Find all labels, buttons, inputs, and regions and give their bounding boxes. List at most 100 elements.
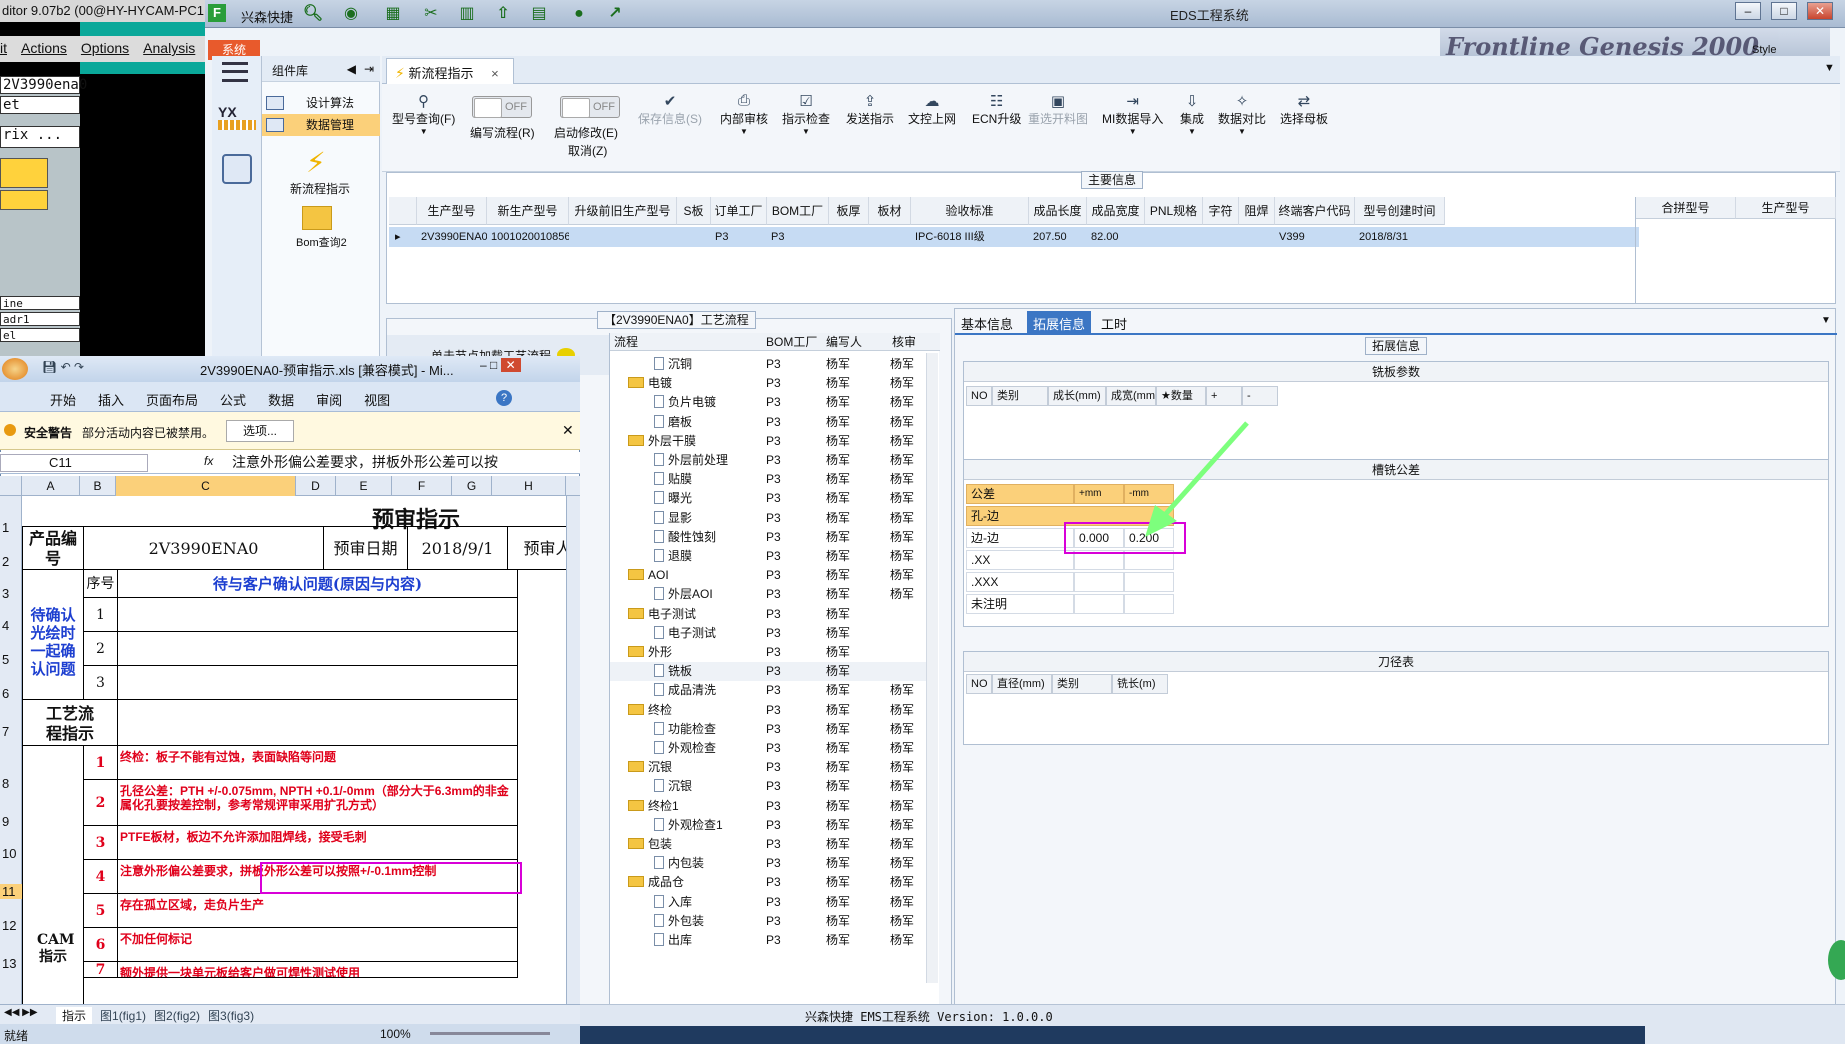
main-info-cell[interactable]: P3 [713, 227, 767, 247]
main-info-col-header[interactable]: 验收标准 [911, 197, 1029, 225]
sheet-tab[interactable]: 图1(fig1) [100, 1007, 146, 1024]
tree-node[interactable]: 曝光 P3 杨军 杨军 [610, 489, 926, 508]
name-box[interactable]: C11 [0, 454, 148, 472]
tree-node[interactable]: 功能检查 P3 杨军 杨军 [610, 720, 926, 739]
tree-node[interactable]: AOI P3 杨军 杨军 [610, 566, 926, 585]
tree-node[interactable]: 外层干膜 P3 杨军 杨军 [610, 432, 926, 451]
main-info-cell[interactable] [1205, 227, 1239, 247]
tol-plus-input[interactable] [1074, 572, 1124, 592]
row-header[interactable]: 4 [0, 618, 22, 633]
save-info-button[interactable]: ✔ 保存信息(S) [638, 92, 702, 127]
excel-vertical-scrollbar[interactable] [566, 496, 580, 1004]
column-header[interactable]: D [296, 476, 336, 496]
sheet-nav-icons[interactable]: ◀◀ ▶▶ [4, 1007, 38, 1018]
main-info-cell[interactable] [679, 227, 711, 247]
main-info-cell[interactable] [571, 227, 677, 247]
confirm-cell[interactable] [118, 598, 518, 632]
main-info-cell[interactable] [1241, 227, 1275, 247]
scissors-icon[interactable]: ✂ [419, 4, 443, 26]
tool-col-header[interactable]: 直径(mm) [992, 674, 1052, 694]
tab-extended-info[interactable]: 拓展信息 [1027, 311, 1091, 335]
pin-icon[interactable]: ⇥ [364, 62, 374, 76]
tree-node[interactable]: 沉银 P3 杨军 杨军 [610, 777, 926, 796]
tree-node[interactable]: 电子测试 P3 杨军 [610, 605, 926, 624]
cam-item-text[interactable]: 孔径公差：PTH +/-0.075mm, NPTH +0.1/-0mm（部分大于… [118, 780, 518, 826]
upload-button[interactable]: ☁ 文控上网 [908, 92, 956, 127]
row-header[interactable]: 5 [0, 652, 22, 667]
main-info-cell[interactable]: 82.00 [1089, 227, 1145, 247]
excel-ribbon-tab[interactable]: 插入 [98, 390, 124, 409]
tol-row-label[interactable]: .XX [966, 550, 1074, 570]
main-info-col-header[interactable]: 型号创建时间 [1355, 197, 1445, 225]
tree-node[interactable]: 终检1 P3 杨军 杨军 [610, 797, 926, 816]
confirm-cell[interactable] [118, 666, 518, 700]
tab-new-flow[interactable]: ⚡ 新流程指示 × [386, 58, 514, 84]
table-icon[interactable]: ▤ [527, 4, 551, 26]
flow-col-header[interactable]: 编写人 [824, 332, 884, 352]
main-info-col-header[interactable]: 板厚 [829, 197, 869, 225]
tol-row-label[interactable]: 未注明 [966, 594, 1074, 614]
flow-scrollbar[interactable] [926, 353, 938, 983]
excel-ribbon-tab[interactable]: 审阅 [316, 390, 342, 409]
send-button[interactable]: ⇪ 发送指示 [846, 92, 894, 127]
internal-review-button[interactable]: ⎙ 内部审核 ▼ [720, 92, 768, 136]
start-modify-toggle[interactable]: OFF [560, 96, 620, 118]
tab-list-icon[interactable]: ▼ [1824, 62, 1835, 74]
cam-item-text[interactable]: 终检：板子不能有过蚀，表面缺陷等问题 [118, 746, 518, 780]
tree-node[interactable]: 退膜 P3 杨军 杨军 [610, 547, 926, 566]
bg-menu-item[interactable]: Actions [21, 40, 67, 62]
milling-col-header[interactable]: - [1242, 386, 1278, 406]
tree-node[interactable]: 外层AOI P3 杨军 杨军 [610, 585, 926, 604]
tools-icon[interactable] [222, 154, 252, 184]
main-info-cell[interactable] [871, 227, 911, 247]
column-header[interactable]: H [492, 476, 566, 496]
row-header[interactable]: 11 [0, 884, 22, 899]
seq-value[interactable]: 3 [84, 666, 118, 700]
prod-no-value[interactable]: 2V3990ENA0 [84, 526, 324, 570]
main-info-cell[interactable]: 2018/8/31 [1357, 227, 1445, 247]
main-info-row[interactable]: ▸ 2V3990ENA0 10010200108561 P3 P3 IPC-6018 II… [389, 227, 1639, 247]
nav-item-design-algorithm[interactable]: 设计算法 [262, 92, 380, 114]
excel-ribbon-tab[interactable]: 视图 [364, 390, 390, 409]
main-info-col-header[interactable]: 生产型号 [417, 197, 487, 225]
main-info-cell[interactable]: IPC-6018 III级 [913, 227, 1029, 247]
tool-col-header[interactable]: NO [966, 674, 992, 694]
zoom-slider[interactable] [430, 1032, 550, 1035]
yx-icon[interactable]: YX [218, 104, 256, 138]
main-info-cell[interactable]: V399 [1277, 227, 1355, 247]
search-icon[interactable]: 🔍︎ [301, 4, 325, 26]
tree-node[interactable]: 电镀 P3 杨军 杨军 [610, 374, 926, 393]
tool-col-header[interactable]: 类别 [1052, 674, 1112, 694]
seq-value[interactable]: 2 [84, 632, 118, 666]
tree-node[interactable]: 外观检查 P3 杨军 杨军 [610, 739, 926, 758]
tree-node[interactable]: 包装 P3 杨军 杨军 [610, 835, 926, 854]
tol-row-label[interactable]: .XXX [966, 572, 1074, 592]
grid-icon[interactable]: ▦ [381, 4, 405, 26]
row-header[interactable]: 2 [0, 554, 22, 569]
nav-item-data-management[interactable]: 数据管理 [262, 114, 380, 136]
tree-node[interactable]: 沉银 P3 杨军 杨军 [610, 758, 926, 777]
tab-basic-info[interactable]: 基本信息 [961, 314, 1013, 333]
bg-menu-item[interactable]: it [0, 40, 7, 62]
flow-col-header[interactable]: 流程 [612, 332, 762, 352]
select-board-button[interactable]: ⇄ 选择母板 [1280, 92, 1328, 127]
cam-item-text[interactable]: 存在孤立区域，走负片生产 [118, 894, 518, 928]
cancel-label[interactable]: 取消(Z) [568, 142, 607, 159]
user-icon[interactable]: ● [567, 4, 591, 26]
tool-col-header[interactable]: 铣长(m) [1112, 674, 1168, 694]
tol-minus-input[interactable] [1124, 572, 1174, 592]
tab-work-hours[interactable]: 工时 [1101, 314, 1127, 333]
column-header[interactable]: F [392, 476, 452, 496]
collapse-icon[interactable]: ◀ [347, 62, 356, 76]
main-info-cell[interactable] [831, 227, 869, 247]
tree-node[interactable]: 酸性蚀刻 P3 杨军 杨军 [610, 528, 926, 547]
main-info-col-header[interactable]: 阻焊 [1239, 197, 1275, 225]
tree-node[interactable]: 内包装 P3 杨军 杨军 [610, 854, 926, 873]
tree-node[interactable]: 沉铜 P3 杨军 杨军 [610, 355, 926, 374]
main-info-col-header[interactable]: 新生产型号 [487, 197, 569, 225]
excel-ribbon-tab[interactable]: 数据 [268, 390, 294, 409]
select-all-corner[interactable] [0, 476, 22, 496]
compare-button[interactable]: ✧ 数据对比 ▼ [1218, 92, 1266, 136]
tree-node[interactable]: 出库 P3 杨军 杨军 [610, 931, 926, 950]
tree-node[interactable]: 成品仓 P3 杨军 杨军 [610, 873, 926, 892]
